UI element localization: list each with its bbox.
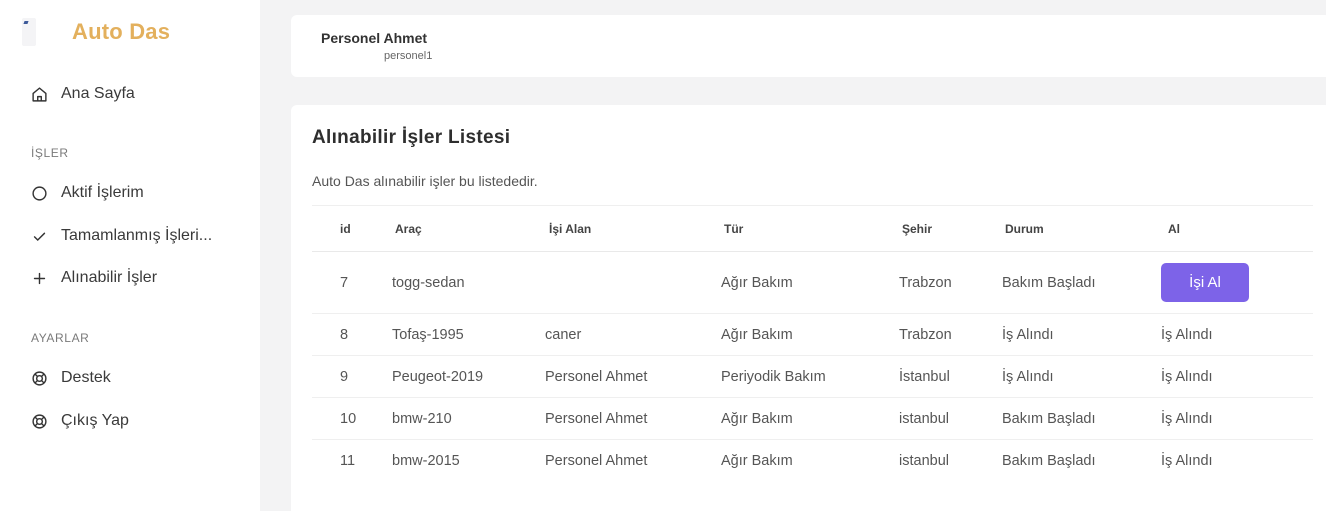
jobs-card: Alınabilir İşler Listesi Auto Das alınab… <box>291 105 1326 511</box>
cell-type: Ağır Bakım <box>721 410 793 427</box>
sidebar-item-label: Destek <box>61 369 111 386</box>
cell-type: Ağır Bakım <box>721 453 793 469</box>
column-header-vehicle[interactable]: Araç <box>395 222 422 236</box>
sidebar-item-support[interactable]: Destek <box>30 369 111 387</box>
cell-status: İş Alındı <box>1002 326 1054 343</box>
lifebuoy-icon <box>30 369 48 387</box>
cell-city: Trabzon <box>899 274 952 291</box>
table-row: 11 bmw-2015 Personel Ahmet Ağır Bakım is… <box>312 440 1313 482</box>
cell-status: İş Alındı <box>1002 368 1054 385</box>
brand[interactable]: Auto Das <box>22 18 170 46</box>
sidebar-item-label: Tamamlanmış İşleri... <box>61 227 213 244</box>
logo-icon <box>22 18 36 46</box>
page-description: Auto Das alınabilir işler bu listededir. <box>312 173 538 189</box>
jobs-table: id Araç İşi Alan Tür Şehir Durum Al 7 to… <box>312 205 1313 482</box>
cell-city: İstanbul <box>899 368 950 385</box>
sidebar-item-available-jobs[interactable]: Alınabilir İşler <box>30 269 157 287</box>
sidebar: Auto Das Ana Sayfa İŞLER Aktif İşlerim T… <box>0 0 260 511</box>
cell-vehicle: bmw-2015 <box>392 453 460 469</box>
sidebar-item-completed-jobs[interactable]: Tamamlanmış İşleri... <box>30 227 212 245</box>
section-label-jobs: İŞLER <box>31 146 69 160</box>
cell-type: Periyodik Bakım <box>721 368 826 385</box>
circle-icon <box>30 184 48 202</box>
take-job-button[interactable]: İşi Al <box>1161 263 1249 302</box>
cell-city: Trabzon <box>899 326 952 343</box>
column-header-take[interactable]: Al <box>1168 222 1180 236</box>
home-icon <box>30 85 48 103</box>
cell-take-status: İş Alındı <box>1161 368 1213 385</box>
sidebar-item-logout[interactable]: Çıkış Yap <box>30 412 129 430</box>
column-header-id[interactable]: id <box>340 222 351 236</box>
page-title: Alınabilir İşler Listesi <box>312 127 511 148</box>
cell-assignee: Personel Ahmet <box>545 368 648 385</box>
cell-vehicle: togg-sedan <box>392 274 465 291</box>
table-header: id Araç İşi Alan Tür Şehir Durum Al <box>312 205 1313 252</box>
cell-id: 9 <box>340 368 349 385</box>
sidebar-item-label: Aktif İşlerim <box>61 184 144 201</box>
cell-vehicle: bmw-210 <box>392 410 452 427</box>
sidebar-item-label: Alınabilir İşler <box>61 269 158 286</box>
user-handle: personel1 <box>384 50 433 62</box>
sidebar-item-active-jobs[interactable]: Aktif İşlerim <box>30 184 144 202</box>
table-row: 10 bmw-210 Personel Ahmet Ağır Bakım ist… <box>312 398 1313 440</box>
lifebuoy-icon <box>30 412 48 430</box>
sidebar-item-label: Çıkış Yap <box>61 412 129 429</box>
cell-id: 8 <box>340 326 349 343</box>
table-row: 8 Tofaş-1995 caner Ağır Bakım Trabzon İş… <box>312 314 1313 356</box>
cell-status: Bakım Başladı <box>1002 274 1096 291</box>
cell-status: Bakım Başladı <box>1002 453 1096 469</box>
brand-name: Auto Das <box>72 19 171 44</box>
cell-city: istanbul <box>899 453 949 469</box>
cell-assignee: Personel Ahmet <box>545 453 648 469</box>
sidebar-item-home[interactable]: Ana Sayfa <box>30 85 135 103</box>
cell-type: Ağır Bakım <box>721 274 793 291</box>
cell-vehicle: Tofaş-1995 <box>392 326 464 343</box>
cell-assignee: caner <box>545 326 582 343</box>
column-header-type[interactable]: Tür <box>724 222 743 236</box>
topbar: Personel Ahmet personel1 <box>291 15 1326 77</box>
sidebar-item-label: Ana Sayfa <box>61 85 135 102</box>
cell-city: istanbul <box>899 410 949 427</box>
cell-take-status: İş Alındı <box>1161 326 1213 343</box>
cell-id: 7 <box>340 274 349 291</box>
cell-id: 10 <box>340 410 357 427</box>
cell-status: Bakım Başladı <box>1002 410 1096 427</box>
table-row: 9 Peugeot-2019 Personel Ahmet Periyodik … <box>312 356 1313 398</box>
column-header-assignee[interactable]: İşi Alan <box>549 222 591 236</box>
user-name[interactable]: Personel Ahmet <box>321 30 427 46</box>
table-row: 7 togg-sedan Ağır Bakım Trabzon Bakım Ba… <box>312 252 1313 314</box>
cell-type: Ağır Bakım <box>721 326 793 343</box>
section-label-settings: AYARLAR <box>31 331 90 345</box>
cell-id: 11 <box>340 453 356 469</box>
cell-vehicle: Peugeot-2019 <box>392 368 484 385</box>
column-header-city[interactable]: Şehir <box>902 222 932 236</box>
check-icon <box>30 227 48 245</box>
column-header-status[interactable]: Durum <box>1005 222 1044 236</box>
cell-take-status: İş Alındı <box>1161 453 1213 469</box>
cell-assignee: Personel Ahmet <box>545 410 648 427</box>
plus-icon <box>30 269 48 287</box>
cell-take-status: İş Alındı <box>1161 410 1213 427</box>
